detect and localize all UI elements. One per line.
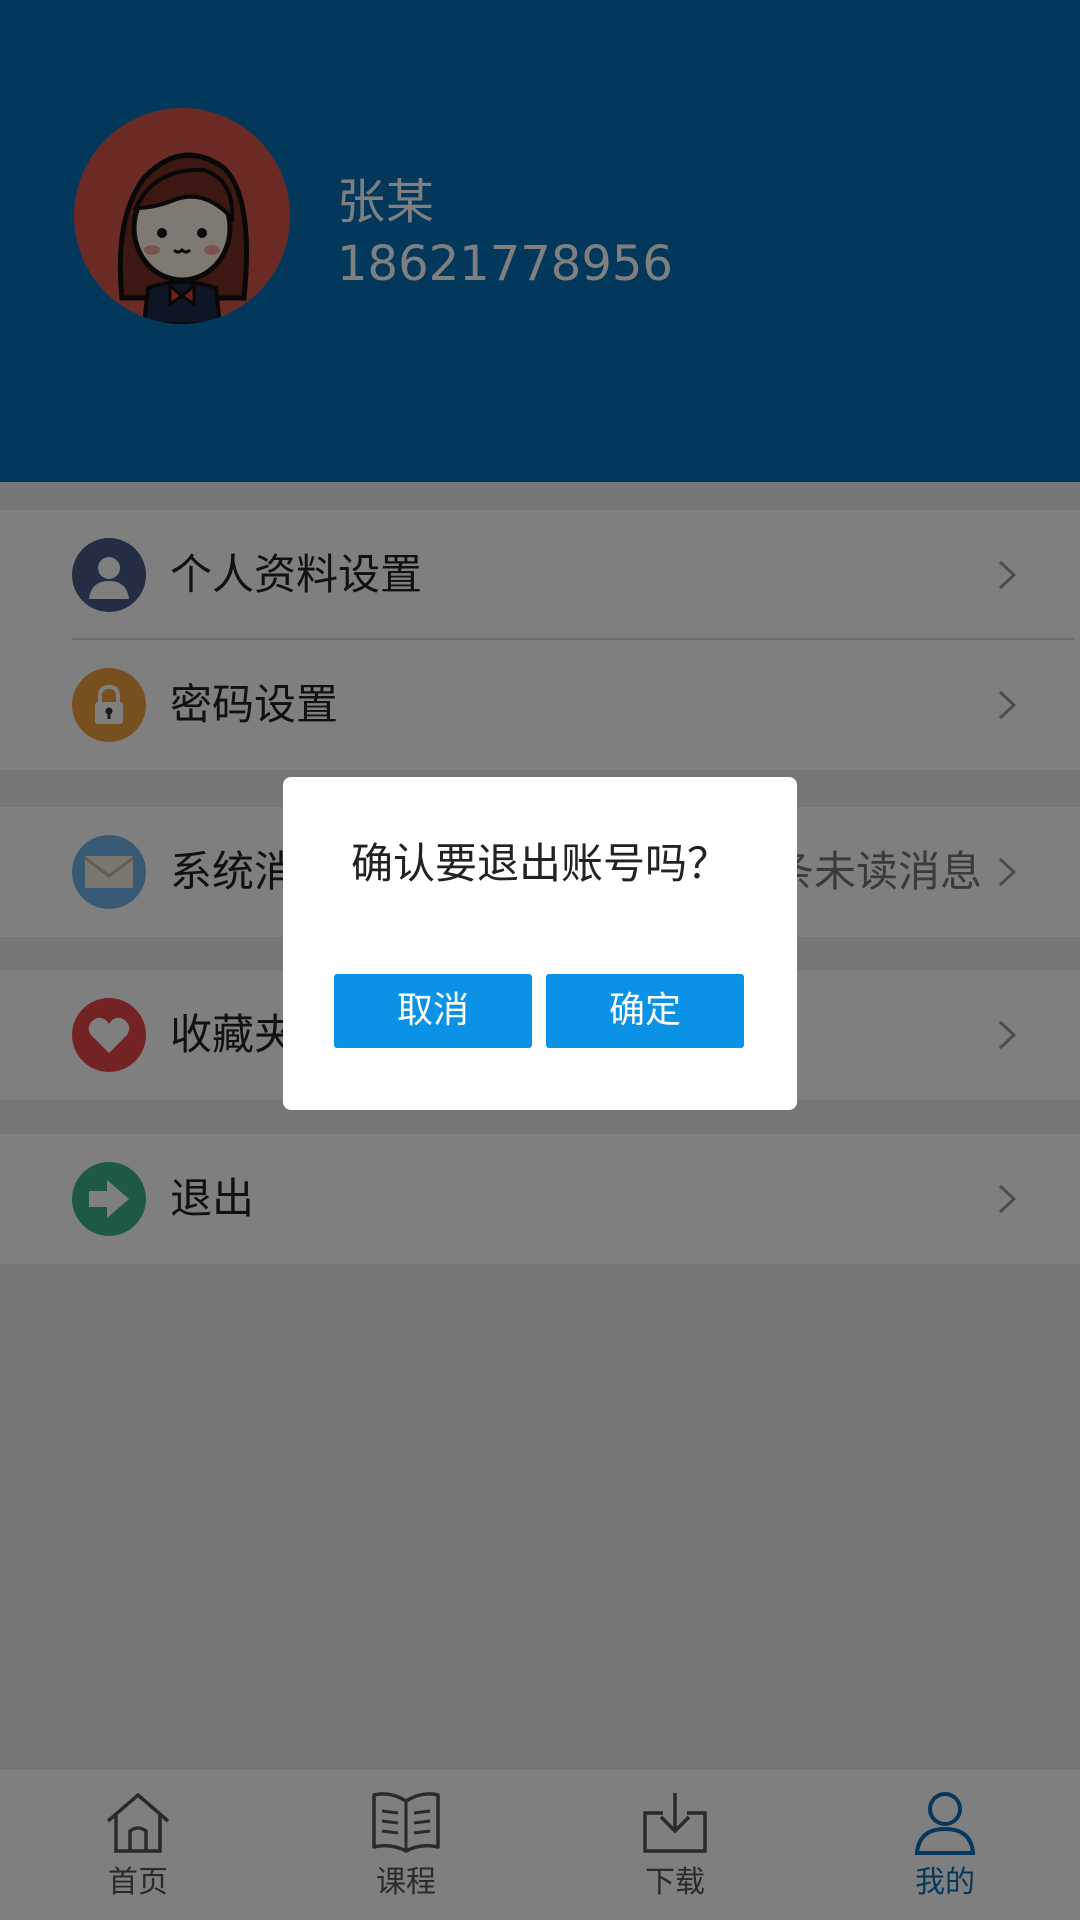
- dialog-message: 确认要退出账号吗？: [350, 839, 729, 888]
- logout-confirm-dialog: 确认要退出账号吗？ 取消 确定: [283, 777, 797, 1110]
- confirm-button[interactable]: 确定: [546, 974, 744, 1048]
- cancel-button[interactable]: 取消: [334, 974, 532, 1048]
